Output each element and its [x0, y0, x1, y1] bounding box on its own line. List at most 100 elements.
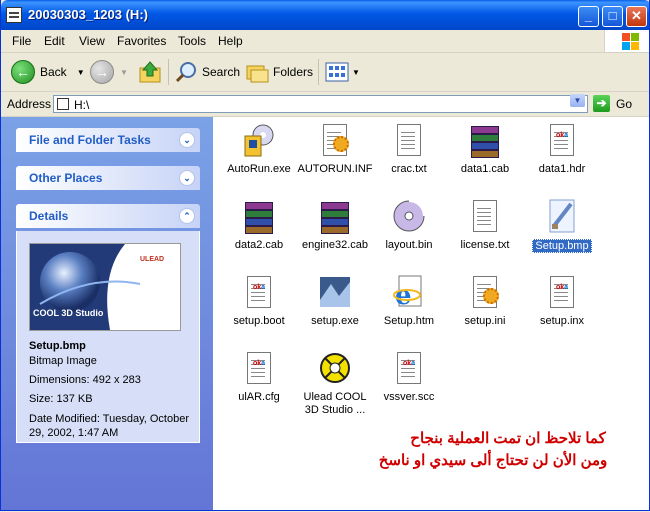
file-label: setup.ini: [464, 315, 506, 327]
file-label: setup.boot: [233, 315, 285, 327]
task-pane: File and Folder Tasks ⌄ Other Places ⌄ D…: [1, 117, 213, 510]
file-label: Setup.htm: [383, 315, 435, 327]
search-label: Search: [202, 65, 241, 79]
explorer-window: 20030303_1203 (H:) _ □ ✕ File Edit View …: [0, 0, 650, 511]
setup-exe-icon: [317, 274, 353, 310]
file-label: Ulead COOL 3D Studio ...: [303, 391, 367, 416]
other-places-header[interactable]: Other Places ⌄: [16, 166, 200, 190]
file-view[interactable]: AutoRun.exe AUTORUN.INF crac.txt data1.cab o…: [213, 117, 649, 510]
detail-date-modified: Date Modified: Tuesday, October 29, 2002…: [29, 413, 189, 439]
preview-thumbnail: ULEAD COOL 3D Studio: [29, 243, 181, 331]
chevron-up-icon[interactable]: ⌃: [179, 208, 195, 224]
file-item[interactable]: data2.cab: [221, 198, 297, 251]
chevron-down-icon[interactable]: ⌄: [179, 132, 195, 148]
menu-tools[interactable]: Tools: [178, 34, 206, 48]
file-item[interactable]: engine32.cab: [297, 198, 373, 251]
detail-file-name: Setup.bmp: [29, 340, 86, 352]
back-button[interactable]: ← Back ▼: [11, 59, 85, 85]
close-button[interactable]: ✕: [626, 6, 647, 27]
views-dropdown-icon: ▼: [352, 67, 360, 77]
search-icon: [175, 62, 196, 83]
up-folder-icon: [139, 61, 161, 83]
file-item[interactable]: oka setup.inx: [524, 274, 600, 327]
title-bar[interactable]: 20030303_1203 (H:) _ □ ✕: [1, 0, 649, 30]
search-button[interactable]: Search: [174, 59, 240, 85]
window-title: 20030303_1203 (H:): [28, 7, 148, 22]
file-label: layout.bin: [385, 239, 433, 251]
views-button[interactable]: ▼: [325, 59, 360, 85]
file-item[interactable]: crac.txt: [371, 122, 447, 175]
file-item[interactable]: e Setup.htm: [371, 274, 447, 327]
details-title: Details: [29, 209, 69, 223]
ulead-exe-icon: [317, 350, 353, 386]
settings-file-icon: [317, 122, 353, 158]
file-label: engine32.cab: [301, 239, 369, 251]
forward-button[interactable]: → ▼: [90, 59, 128, 85]
address-dropdown-icon[interactable]: ▼: [570, 94, 585, 107]
back-dropdown-icon[interactable]: ▼: [77, 68, 85, 77]
file-item[interactable]: setup.ini: [447, 274, 523, 327]
file-label: data2.cab: [234, 239, 284, 251]
detail-dimensions: Dimensions: 492 x 283: [29, 374, 141, 386]
text-file-icon: [391, 122, 427, 158]
menu-edit[interactable]: Edit: [44, 34, 65, 48]
minimize-button[interactable]: _: [578, 6, 599, 27]
back-arrow-icon: ←: [11, 60, 35, 84]
file-item[interactable]: oka setup.boot: [221, 274, 297, 327]
autorun-exe-icon: [241, 122, 277, 158]
file-label: AUTORUN.INF: [297, 163, 373, 175]
archive-icon: [241, 198, 277, 234]
standard-toolbar: ← Back ▼ → ▼ Search Folders ▼: [1, 53, 649, 92]
archive-icon: [317, 198, 353, 234]
menu-file[interactable]: File: [12, 34, 31, 48]
chevron-down-icon[interactable]: ⌄: [179, 170, 195, 186]
file-label: setup.inx: [539, 315, 585, 327]
file-label: license.txt: [460, 239, 510, 251]
file-item[interactable]: Ulead COOL 3D Studio ...: [297, 350, 373, 417]
views-icon: [325, 62, 349, 82]
file-item[interactable]: oka ulAR.cfg: [221, 350, 297, 403]
text-file-icon: [467, 198, 503, 234]
detail-size: Size: 137 KB: [29, 393, 93, 405]
windows-logo-icon: [604, 30, 649, 52]
menu-view[interactable]: View: [79, 34, 105, 48]
file-item[interactable]: data1.cab: [447, 122, 523, 175]
forward-dropdown-icon[interactable]: ▼: [120, 68, 128, 77]
file-item[interactable]: setup.exe: [297, 274, 373, 327]
back-label: Back: [40, 65, 67, 79]
folders-button[interactable]: Folders: [245, 59, 313, 85]
go-arrow-icon: ➔: [593, 95, 610, 112]
file-folder-tasks-header[interactable]: File and Folder Tasks ⌄: [16, 128, 200, 152]
address-input[interactable]: H:\: [53, 95, 588, 113]
file-item[interactable]: layout.bin: [371, 198, 447, 251]
go-button[interactable]: ➔ Go: [593, 95, 632, 112]
file-label: data1.hdr: [538, 163, 586, 175]
archive-icon: [467, 122, 503, 158]
file-folder-tasks-title: File and Folder Tasks: [29, 133, 151, 147]
go-label: Go: [616, 96, 633, 111]
menu-help[interactable]: Help: [218, 34, 243, 48]
file-label: vssver.scc: [383, 391, 435, 403]
overlay-text-line1: كما تلاحظ ان تمت العملية بنجاح: [410, 430, 606, 447]
file-item[interactable]: AUTORUN.INF: [297, 122, 373, 175]
disc-icon: [391, 198, 427, 234]
details-panel: ULEAD COOL 3D Studio Setup.bmp Bitmap Im…: [16, 231, 200, 443]
maximize-button[interactable]: □: [602, 6, 623, 27]
forward-arrow-icon: →: [90, 60, 114, 84]
bitmap-icon: [544, 198, 580, 234]
other-places-title: Other Places: [29, 171, 103, 185]
file-label: Setup.bmp: [532, 239, 592, 253]
up-folder-button[interactable]: [138, 59, 162, 85]
file-item[interactable]: oka vssver.scc: [371, 350, 447, 403]
file-item[interactable]: AutoRun.exe: [221, 122, 297, 175]
overlay-text-line2: ومن الأن لن تحتاج ألى سيدي او ناسخ: [378, 452, 608, 469]
file-item[interactable]: license.txt: [447, 198, 523, 251]
file-label: crac.txt: [391, 163, 427, 175]
address-label: Address: [7, 97, 52, 111]
menu-favorites[interactable]: Favorites: [117, 34, 166, 48]
file-item[interactable]: Setup.bmp: [524, 198, 600, 253]
svg-text:e: e: [395, 281, 412, 310]
details-header[interactable]: Details ⌃: [16, 204, 200, 228]
file-label: AutoRun.exe: [227, 163, 291, 175]
file-item[interactable]: oka data1.hdr: [524, 122, 600, 175]
